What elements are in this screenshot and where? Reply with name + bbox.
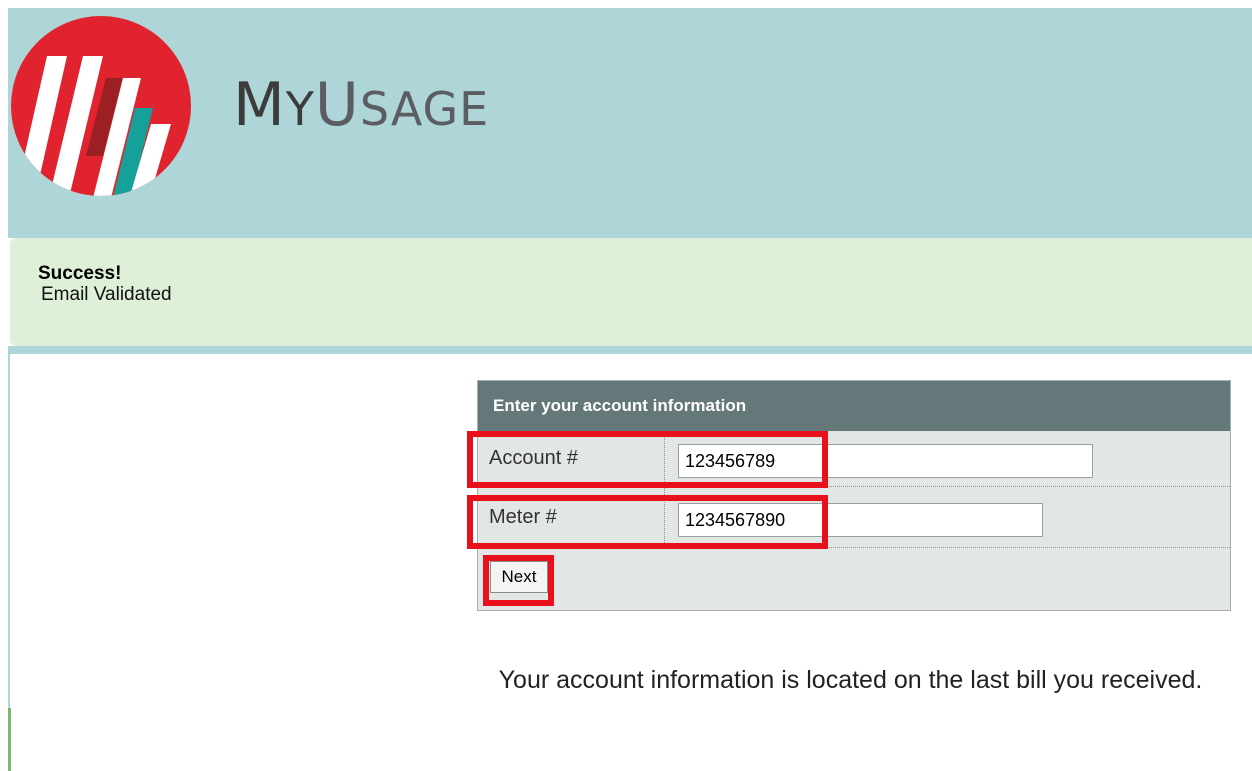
bar-chart-logo-icon[interactable] — [11, 16, 191, 196]
page: MYUSAGE Success! Email Validated Enter y… — [0, 0, 1252, 771]
left-border-accent — [8, 708, 11, 771]
meter-row: Meter # — [478, 487, 1230, 548]
brand-my-rest: Y — [285, 82, 315, 136]
header-divider — [8, 346, 1252, 354]
account-number-input[interactable] — [678, 444, 1093, 478]
meter-label: Meter # — [478, 487, 665, 547]
submit-row: Next — [478, 548, 1230, 610]
account-row: Account # — [478, 431, 1230, 487]
alert-message: Email Validated — [41, 284, 172, 305]
success-alert: Success! Email Validated — [10, 238, 1252, 346]
brand-usage-rest: SAGE — [359, 82, 490, 136]
form-heading: Enter your account information — [478, 381, 1230, 431]
account-label: Account # — [478, 431, 665, 486]
brand-usage-initial: U — [314, 70, 360, 140]
next-button[interactable]: Next — [490, 561, 548, 593]
account-form-panel: Enter your account information Account #… — [477, 380, 1231, 611]
site-header: MYUSAGE — [8, 8, 1252, 238]
account-info-note: Your account information is located on t… — [498, 666, 1203, 694]
meter-number-input[interactable] — [678, 503, 1043, 537]
brand-wordmark: MYUSAGE — [233, 70, 489, 144]
brand-my-initial: M — [233, 70, 286, 140]
alert-title: Success! — [38, 263, 122, 284]
